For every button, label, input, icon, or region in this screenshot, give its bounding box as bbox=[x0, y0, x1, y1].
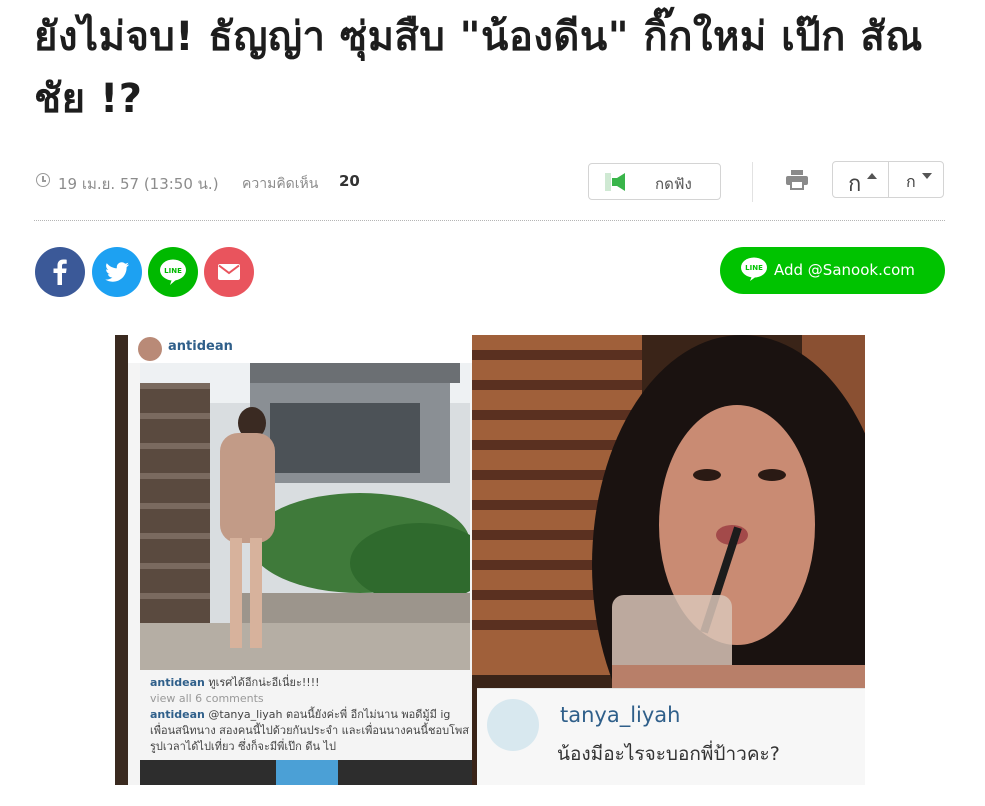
comment-username: tanya_liyah bbox=[560, 703, 681, 727]
add-line-label: Add @Sanook.com bbox=[774, 261, 915, 279]
font-increase-label: ก bbox=[848, 172, 862, 197]
caret-up-icon bbox=[867, 173, 877, 179]
caret-down-icon bbox=[922, 173, 932, 179]
print-icon[interactable] bbox=[786, 170, 808, 190]
font-decrease-label: ก bbox=[906, 172, 916, 191]
font-increase-button[interactable]: ก bbox=[833, 162, 889, 197]
facebook-icon bbox=[53, 259, 67, 285]
comments-count[interactable]: 20 bbox=[339, 172, 360, 190]
profile-icon bbox=[412, 760, 474, 785]
mail-icon bbox=[218, 264, 240, 280]
twitter-icon bbox=[105, 262, 129, 282]
listen-label: กดฟัง bbox=[655, 175, 692, 193]
line-badge-text: LINE bbox=[745, 264, 763, 272]
twitter-share-button[interactable] bbox=[92, 247, 142, 297]
comment-text: น้องมีอะไรจะบอกพี่ป้าวคะ? bbox=[557, 743, 780, 765]
facebook-share-button[interactable] bbox=[35, 247, 85, 297]
instagram-comment-card: tanya_liyah น้องมีอะไรจะบอกพี่ป้าวคะ? bbox=[477, 688, 865, 785]
camera-icon bbox=[276, 760, 338, 785]
article-meta: 19 เม.ย. 57 (13:50 น.) ความคิดเห็น 20 กด… bbox=[34, 160, 945, 204]
speaker-icon bbox=[605, 173, 625, 191]
instagram-post-screenshot: antidean antidean ทูเรศได้อีกน่ะอีเนี่ยะ… bbox=[128, 335, 475, 785]
instagram-nav-bar bbox=[140, 760, 475, 785]
caption-username: antidean bbox=[150, 676, 205, 689]
heart-icon bbox=[344, 760, 406, 785]
add-line-friend-button[interactable]: LINE Add @Sanook.com bbox=[720, 247, 945, 294]
article-image[interactable]: antidean antidean ทูเรศได้อีกน่ะอีเนี่ยะ… bbox=[115, 335, 865, 785]
caption-text: ทูเรศได้อีกน่ะอีเนี่ยะ!!!! bbox=[208, 676, 320, 689]
instagram-caption: antidean ทูเรศได้อีกน่ะอีเนี่ยะ!!!! view… bbox=[150, 675, 470, 755]
explore-icon bbox=[208, 760, 270, 785]
font-decrease-button[interactable]: ก bbox=[889, 162, 944, 197]
comments-label[interactable]: ความคิดเห็น bbox=[242, 173, 318, 195]
toolbar-divider bbox=[752, 162, 753, 202]
article-title: ยังไม่จบ! ธัญญ่า ซุ่มสืบ "น้องดีน" กิ๊กใ… bbox=[34, 14, 923, 122]
meta-divider bbox=[34, 220, 945, 221]
listen-button[interactable]: กดฟัง bbox=[588, 163, 721, 200]
avatar bbox=[487, 699, 539, 751]
view-comments-link: view all 6 comments bbox=[150, 692, 264, 705]
caption-username: antidean bbox=[150, 708, 205, 721]
instagram-username: antidean bbox=[168, 339, 233, 354]
publish-date: 19 เม.ย. 57 (13:50 น.) bbox=[58, 175, 219, 193]
line-share-button[interactable]: LINE bbox=[148, 247, 198, 297]
line-icon: LINE bbox=[741, 257, 767, 281]
font-size-control: ก ก bbox=[832, 161, 944, 198]
avatar bbox=[138, 337, 162, 361]
poolside-photo bbox=[140, 363, 470, 670]
line-icon: LINE bbox=[160, 259, 186, 285]
clock-icon bbox=[36, 173, 50, 187]
instagram-post-header: antidean bbox=[128, 335, 475, 363]
home-icon bbox=[140, 760, 202, 785]
line-badge-text: LINE bbox=[164, 267, 182, 275]
mail-share-button[interactable] bbox=[204, 247, 254, 297]
